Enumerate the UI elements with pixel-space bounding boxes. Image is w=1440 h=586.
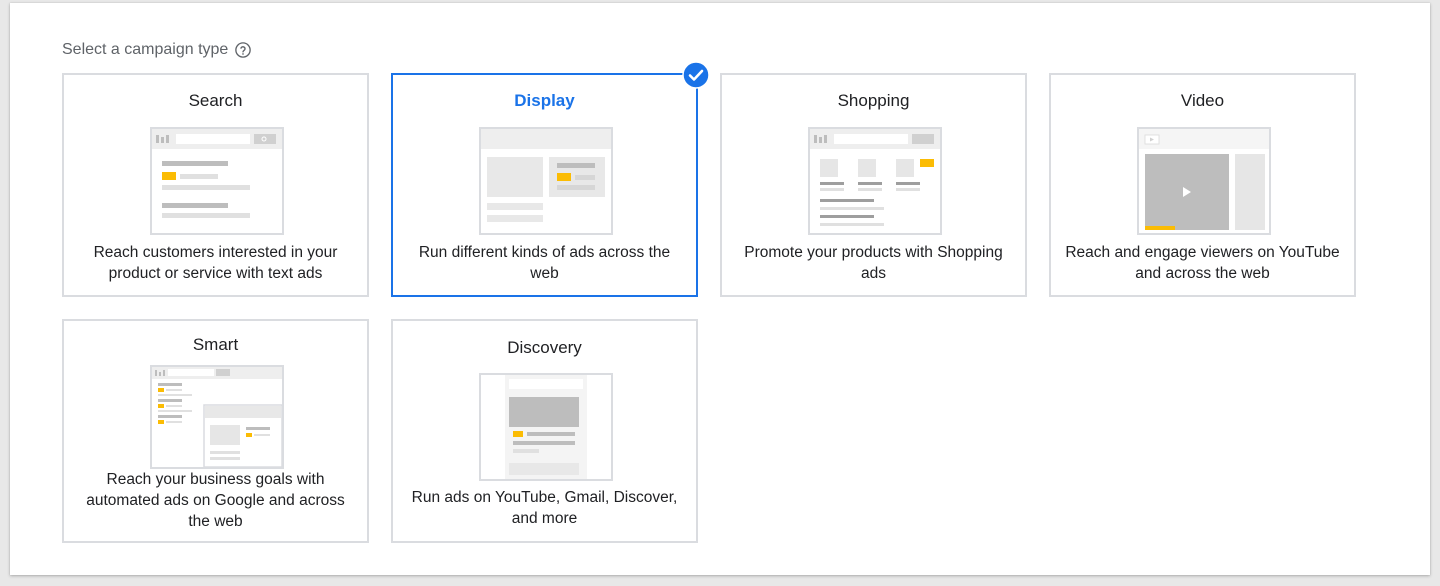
campaign-card-display[interactable]: Display Run different kinds of ads acros… xyxy=(391,61,710,297)
heading-label: Select a campaign type xyxy=(62,41,229,58)
card-description: Run different kinds of ads across the we… xyxy=(418,244,671,282)
campaign-card-discovery[interactable]: Discovery Run ads on YouTube, Gmail, Dis… xyxy=(391,319,698,543)
smart-ad-illustration xyxy=(150,365,284,469)
card-title: Display xyxy=(514,91,575,110)
campaign-card-smart[interactable]: Smart Reach your business goals with aut… xyxy=(62,319,369,543)
discovery-ad-illustration xyxy=(479,373,613,481)
card-description: Reach customers interested in your produ… xyxy=(93,244,338,282)
card-description: Reach and engage viewers on YouTube and … xyxy=(1065,244,1340,282)
card-title: Shopping xyxy=(837,91,910,110)
card-title: Search xyxy=(188,91,243,110)
campaign-type-panel: Select a campaign type Search Reach cust… xyxy=(10,3,1430,575)
search-ad-illustration xyxy=(150,127,284,235)
card-description: Promote your products with Shopping ads xyxy=(744,244,1003,282)
card-description: Run ads on YouTube, Gmail, Discover, and… xyxy=(411,489,678,527)
campaign-card-video[interactable]: Video Reach and engage viewers on YouTub… xyxy=(1049,73,1356,297)
campaign-card-search[interactable]: Search Reach customers interested in you… xyxy=(62,73,369,297)
campaign-card-shopping[interactable]: Shopping Promote your products with Shop… xyxy=(720,73,1027,297)
selected-check-icon xyxy=(682,61,710,89)
display-ad-illustration xyxy=(479,127,613,235)
card-title: Video xyxy=(1180,91,1225,110)
section-heading: Select a campaign type xyxy=(62,41,252,59)
card-title: Discovery xyxy=(507,338,582,357)
shopping-ad-illustration xyxy=(808,127,942,235)
card-title: Smart xyxy=(192,335,239,354)
card-description: Reach your business goals with automated… xyxy=(86,471,345,530)
video-ad-illustration xyxy=(1137,127,1271,235)
help-circle-icon[interactable] xyxy=(234,41,252,59)
